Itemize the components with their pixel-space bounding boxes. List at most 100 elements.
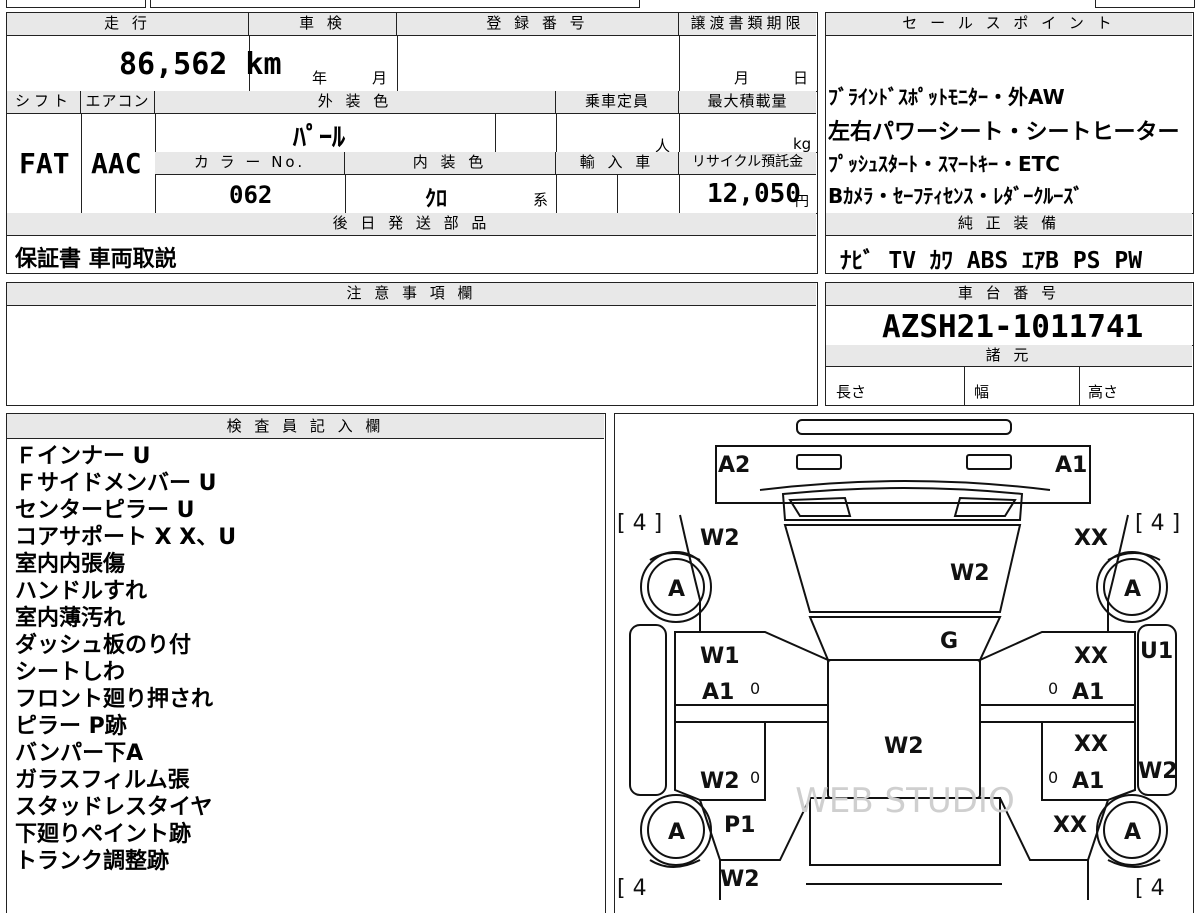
recycle-value: 12,050 — [707, 179, 801, 209]
tire-rr-grade: A — [1124, 820, 1141, 845]
max-load-label: 最大積載量 — [679, 91, 816, 114]
color-no-value: 062 — [229, 181, 273, 209]
ext-color-value: ﾊﾟｰﾙ — [293, 123, 346, 153]
inspector-item: バンパー下A — [15, 741, 144, 766]
ext-color-label: 外 装 色 — [155, 91, 556, 114]
notes-label: 注 意 事 項 欄 — [7, 283, 816, 306]
later-parts-label: 後 日 発 送 部 品 — [7, 213, 816, 236]
label-a1-right-rear-door: A1 — [1072, 769, 1104, 794]
chassis-label: 車 台 番 号 — [826, 283, 1192, 306]
inspector-item: シートしわ — [15, 660, 126, 685]
length-label: 長さ — [836, 383, 867, 401]
label-xx-right-fender: XX — [1074, 526, 1108, 551]
main-info-table: 走 行 車 検 登 録 番 号 譲渡書類期限 86,562 km 年 月 月 日… — [6, 12, 818, 274]
int-color-label: 内 装 色 — [345, 152, 556, 175]
import-label: 輸 入 車 — [556, 152, 679, 175]
inspector-item: センターピラー U — [15, 498, 195, 523]
tread-rl: [ 4 — [617, 876, 647, 900]
label-w1: W1 — [700, 644, 740, 669]
tread-fl: [ 4 ] — [617, 511, 662, 536]
inspector-item: トランク調整跡 — [15, 849, 170, 874]
width-label: 幅 — [974, 383, 990, 401]
deadline-month: 月 — [734, 69, 750, 87]
shift-value: FAT — [19, 147, 70, 180]
zero-mark: 0 — [750, 768, 760, 787]
dimensions-label: 諸 元 — [826, 345, 1192, 367]
chassis-box: 車 台 番 号 AZSH21-1011741 諸 元 長さ 幅 高さ — [825, 282, 1194, 406]
car-diagram: WEB STUDIO A2 A1 W2 XX W2 G W1 A1 XX A1 … — [617, 419, 1180, 900]
mileage-value: 86,562 km — [119, 47, 282, 82]
tread-fr: [ 4 ] — [1135, 511, 1180, 536]
label-g: G — [940, 629, 958, 654]
recycle-label: リサイクル預託金 — [679, 152, 816, 175]
label-xx-right-rear-door: XX — [1074, 732, 1108, 757]
label-xx-right-quarter: XX — [1053, 813, 1087, 838]
inspector-box: 検 査 員 記 入 欄 Ｆインナー U Ｆサイドメンバー U センターピラー U… — [6, 413, 606, 913]
notes-box: 注 意 事 項 欄 — [6, 282, 818, 406]
inspector-item: コアサポート X X、U — [15, 525, 237, 550]
top-stub-mid — [150, 0, 640, 8]
label-a2: A2 — [718, 453, 750, 478]
shift-label: シフト — [7, 91, 81, 114]
load-unit: kg — [793, 135, 812, 153]
sales-points-box: セ ー ル ス ポ イ ン ト ﾌﾞﾗｲﾝﾄﾞｽﾎﾟｯﾄﾓﾆﾀｰ・外AW 左右パ… — [825, 12, 1194, 274]
inspector-item: 室内薄汚れ — [15, 606, 126, 631]
inspector-item: スタッドレスタイヤ — [15, 795, 213, 820]
inspector-item: フロント廻り押され — [15, 687, 214, 712]
label-w2-left-rear-door: W2 — [700, 769, 740, 794]
inspector-item: ハンドルすれ — [15, 579, 148, 604]
int-color-suffix: 系 — [533, 191, 549, 209]
label-p1: P1 — [724, 813, 755, 838]
sales-point-line-4: Bｶﾒﾗ・ｾｰﾌﾃｨｾﾝｽ・ﾚﾀﾞｰｸﾙｰｽﾞ — [828, 184, 1084, 208]
label-w2-left-fender: W2 — [700, 526, 740, 551]
deadline-day: 日 — [793, 69, 809, 87]
inspector-item: 室内内張傷 — [15, 552, 126, 577]
zero-mark: 0 — [1048, 768, 1058, 787]
year-unit: 年 — [312, 69, 328, 87]
sales-point-line-3: ﾌﾟｯｼｭｽﾀｰﾄ・ｽﾏｰﾄｷｰ・ETC — [828, 152, 1060, 176]
label-w2-right-pillar: W2 — [1138, 759, 1178, 784]
aircon-value: AAC — [91, 147, 142, 180]
label-xx-right-door: XX — [1074, 644, 1108, 669]
month-unit: 月 — [372, 69, 388, 87]
sales-point-line-2: 左右パワーシート・シートヒーター — [828, 120, 1180, 145]
transfer-deadline-label: 譲渡書類期限 — [679, 13, 816, 36]
tread-rr: [ 4 — [1135, 876, 1165, 900]
int-color-value: ｸﾛ — [425, 187, 448, 212]
chassis-value: AZSH21-1011741 — [882, 309, 1144, 345]
inspector-item: ガラスフィルム張 — [15, 768, 190, 793]
tire-fr-grade: A — [1124, 577, 1141, 602]
registration-label: 登 録 番 号 — [397, 13, 679, 36]
label-w2-hood: W2 — [950, 561, 990, 586]
watermark: WEB STUDIO — [795, 781, 1014, 821]
aircon-label: エアコン — [81, 91, 155, 114]
top-stub-left — [6, 0, 146, 8]
zero-mark: 0 — [750, 679, 760, 698]
label-u1: U1 — [1140, 639, 1173, 664]
label-a1-left-door: A1 — [702, 680, 734, 705]
inspector-label: 検 査 員 記 入 欄 — [7, 414, 604, 439]
inspection-label: 車 検 — [249, 13, 397, 36]
inspector-item: Ｆサイドメンバー U — [15, 471, 217, 496]
color-no-label: カ ラ ー No. — [155, 152, 345, 175]
inspector-item: ダッシュ板のり付 — [15, 633, 192, 658]
label-w2-roof: W2 — [884, 734, 924, 759]
tire-fl-grade: A — [668, 577, 685, 602]
inspector-item: ピラー P跡 — [15, 714, 127, 739]
mileage-label: 走 行 — [7, 13, 249, 36]
equipment-label: 純 正 装 備 — [826, 213, 1192, 236]
label-a1-right-door: A1 — [1072, 680, 1104, 705]
sales-points-label: セ ー ル ス ポ イ ン ト — [826, 13, 1192, 36]
recycle-unit: 円 — [795, 194, 809, 210]
tire-rl-grade: A — [668, 820, 685, 845]
equipment-value: ﾅﾋﾞ TV ｶﾜ ABS ｴｱB PS PW — [840, 248, 1143, 274]
inspector-item: 下廻りペイント跡 — [15, 822, 192, 847]
zero-mark: 0 — [1048, 679, 1058, 698]
label-a1-front: A1 — [1055, 453, 1087, 478]
height-label: 高さ — [1088, 383, 1119, 401]
capacity-label: 乗車定員 — [556, 91, 679, 114]
car-diagram-box: WEB STUDIO A2 A1 W2 XX W2 G W1 A1 XX A1 … — [614, 413, 1194, 913]
sales-point-line-1: ﾌﾞﾗｲﾝﾄﾞｽﾎﾟｯﾄﾓﾆﾀｰ・外AW — [828, 85, 1065, 109]
inspector-item: Ｆインナー U — [15, 444, 151, 469]
label-w2-rear: W2 — [720, 867, 760, 892]
